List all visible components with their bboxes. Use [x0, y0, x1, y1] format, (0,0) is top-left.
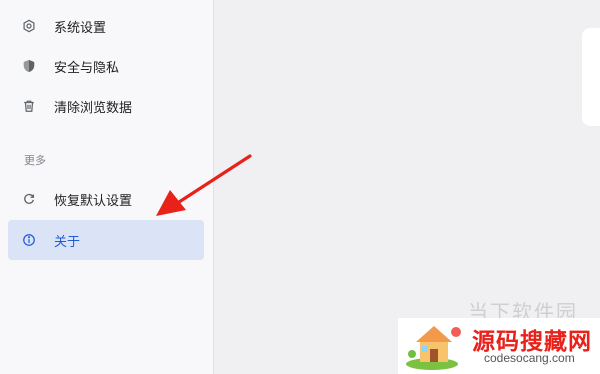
gear-icon — [22, 19, 36, 33]
settings-card — [582, 28, 600, 126]
sidebar-item-label: 安全与隐私 — [54, 60, 120, 76]
info-icon — [22, 233, 36, 247]
shield-icon — [22, 59, 36, 73]
sidebar-item-label: 恢复默认设置 — [54, 193, 133, 209]
watermark-subtitle: codesocang.com — [484, 351, 575, 365]
sidebar-item-label: 清除浏览数据 — [54, 100, 133, 116]
sidebar-item-system-settings[interactable]: 系统设置 — [8, 6, 204, 46]
restore-icon — [22, 192, 36, 206]
sidebar-item-clear-browsing-data[interactable]: 清除浏览数据 — [8, 86, 204, 126]
section-header-more: 更多 — [24, 154, 46, 167]
trash-icon — [22, 99, 36, 113]
house-logo-icon — [406, 326, 461, 370]
sidebar-item-security-privacy[interactable]: 安全与隐私 — [8, 46, 204, 86]
annotation-arrow — [156, 154, 252, 216]
sidebar-item-label: 系统设置 — [54, 20, 107, 36]
sidebar-item-label: 关于 — [54, 234, 81, 250]
sidebar-item-about[interactable]: 关于 — [8, 220, 204, 260]
